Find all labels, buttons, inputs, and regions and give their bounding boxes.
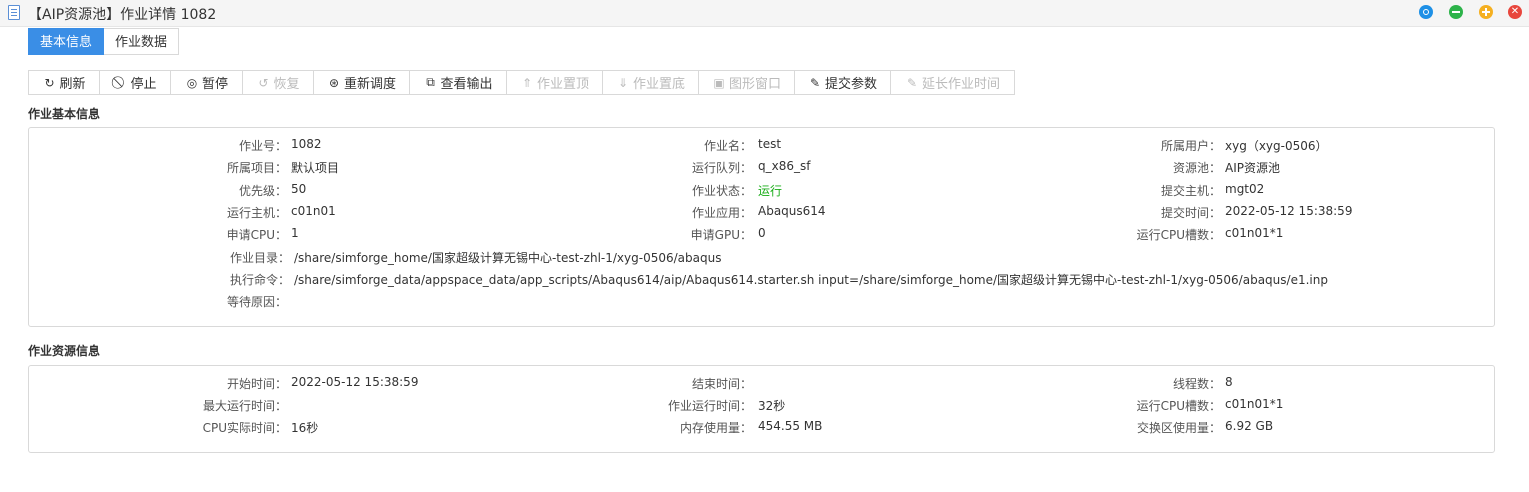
job-name-value: test	[758, 137, 782, 151]
submit-params-button[interactable]: ✎ 提交参数	[794, 70, 891, 95]
resume-icon: ↺	[258, 75, 269, 90]
wait-reason-label: 等待原因：	[226, 295, 287, 309]
edit-params-icon: ✎	[809, 75, 821, 90]
resource-cpu-slots-label: 运行CPU槽数：	[1136, 399, 1221, 413]
graphic-window-label: 图形窗口	[728, 77, 781, 92]
reschedule-icon: ⊛	[328, 75, 340, 90]
pool-label: 资源池：	[1172, 161, 1221, 175]
exec-command-label: 执行命令：	[229, 273, 290, 287]
owner-value: xyg（xyg-0506）	[1225, 139, 1328, 153]
queue-label: 运行队列：	[691, 161, 752, 175]
exec-command-value: /share/simforge_data/appspace_data/app_s…	[294, 273, 1328, 287]
project-label: 所属项目：	[226, 161, 287, 175]
view-output-label: 查看输出	[440, 77, 493, 92]
start-time-value: 2022-05-12 15:38:59	[291, 375, 419, 389]
exec-host-label: 运行主机：	[226, 206, 287, 220]
pin-top-label: 作业置顶	[536, 77, 589, 92]
graphic-window-icon: ▣	[713, 75, 725, 90]
stop-button[interactable]: ⃠停止	[99, 70, 171, 95]
swap-usage-value: 6.92 GB	[1225, 419, 1274, 433]
req-gpu-value: 0	[758, 226, 766, 240]
threads-value: 8	[1225, 375, 1233, 389]
cpu-time-label: CPU实际时间：	[202, 421, 287, 435]
project-value: 默认项目	[291, 161, 340, 175]
resource-cpu-slots-value: c01n01*1	[1225, 397, 1284, 411]
reschedule-label: 重新调度	[343, 77, 396, 92]
view-output-button[interactable]: ⧉ 查看输出	[409, 70, 507, 95]
target-icon[interactable]	[1419, 5, 1433, 19]
job-app-label: 作业应用：	[691, 206, 752, 220]
submit-params-label: 提交参数	[824, 77, 877, 92]
graphic-window-button[interactable]: ▣ 图形窗口	[698, 70, 795, 95]
window-title: 【AIP资源池】作业详情 1082	[28, 7, 217, 23]
job-app-value: Abaqus614	[758, 204, 826, 218]
job-id-value: 1082	[291, 137, 322, 151]
resume-button[interactable]: ↺ 恢复	[242, 70, 314, 95]
submit-host-value: mgt02	[1225, 182, 1265, 196]
start-time-label: 开始时间：	[226, 377, 287, 391]
pause-button[interactable]: ◎ 暂停	[170, 70, 243, 95]
refresh-icon: ↻	[44, 75, 55, 90]
cpu-time-value: 16秒	[291, 421, 319, 435]
resource-info-title: 作业资源信息	[28, 344, 101, 358]
pin-bottom-button[interactable]: ⇓ 作业置底	[602, 70, 699, 95]
pin-bottom-label: 作业置底	[632, 77, 685, 92]
max-runtime-label: 最大运行时间：	[202, 399, 287, 413]
stop-icon: ⃠	[113, 75, 127, 90]
job-name-label: 作业名：	[703, 139, 752, 153]
title-bar: 【AIP资源池】作业详情 1082 ✕	[0, 0, 1529, 27]
req-cpu-value: 1	[291, 226, 299, 240]
stop-label: 停止	[130, 77, 157, 92]
extend-time-button[interactable]: ✎ 延长作业时间	[890, 70, 1015, 95]
req-gpu-label: 申请GPU：	[690, 228, 752, 242]
pause-label: 暂停	[201, 77, 228, 92]
refresh-label: 刷新	[59, 77, 86, 92]
reschedule-button[interactable]: ⊛ 重新调度	[313, 70, 410, 95]
swap-usage-label: 交换区使用量：	[1136, 421, 1221, 435]
pause-icon: ◎	[186, 75, 198, 90]
pin-bottom-icon: ⇓	[617, 75, 629, 90]
submit-time-label: 提交时间：	[1160, 206, 1221, 220]
job-dir-label: 作业目录：	[229, 251, 290, 265]
job-status-label: 作业状态：	[691, 184, 752, 198]
pin-top-button[interactable]: ⇑ 作业置顶	[506, 70, 603, 95]
pool-value: AIP资源池	[1225, 161, 1280, 175]
queue-value: q_x86_sf	[758, 159, 811, 173]
pin-top-icon: ⇑	[521, 75, 533, 90]
memory-usage-label: 内存使用量：	[679, 421, 752, 435]
maximize-icon[interactable]	[1479, 5, 1493, 19]
cpu-slots-label: 运行CPU槽数：	[1136, 228, 1221, 242]
extend-time-label: 延长作业时间	[921, 77, 1000, 92]
resume-label: 恢复	[273, 77, 300, 92]
view-output-icon: ⧉	[426, 75, 435, 89]
submit-host-label: 提交主机：	[1160, 184, 1221, 198]
tab-bar: 基本信息 作业数据	[28, 28, 180, 55]
exec-host-value: c01n01	[291, 204, 336, 218]
job-status-value: 运行	[758, 184, 783, 198]
basic-info-title: 作业基本信息	[28, 107, 101, 121]
threads-label: 线程数：	[1172, 377, 1221, 391]
tab-basic-info[interactable]: 基本信息	[28, 28, 105, 55]
cpu-slots-value: c01n01*1	[1225, 226, 1284, 240]
job-id-label: 作业号：	[238, 139, 287, 153]
document-icon	[8, 5, 20, 20]
memory-usage-value: 454.55 MB	[758, 419, 823, 433]
minimize-icon[interactable]	[1449, 5, 1463, 19]
job-runtime-label: 作业运行时间：	[667, 399, 752, 413]
tab-job-data[interactable]: 作业数据	[104, 28, 180, 55]
extend-time-icon: ✎	[906, 75, 918, 90]
req-cpu-label: 申请CPU：	[226, 228, 287, 242]
job-runtime-value: 32秒	[758, 399, 786, 413]
refresh-button[interactable]: ↻ 刷新	[28, 70, 100, 95]
submit-time-value: 2022-05-12 15:38:59	[1225, 204, 1353, 218]
toolbar: ↻刷新 ⃠停止 ◎暂停 ↺恢复 ⊛重新调度 ⧉查看输出 ⇑作业置顶 ⇓作业置底 …	[28, 70, 1015, 95]
end-time-label: 结束时间：	[691, 377, 752, 391]
owner-label: 所属用户：	[1160, 139, 1221, 153]
priority-label: 优先级：	[238, 184, 287, 198]
close-icon[interactable]: ✕	[1508, 5, 1522, 19]
job-dir-value: /share/simforge_home/国家超级计算无锡中心-test-zhl…	[294, 251, 722, 265]
priority-value: 50	[291, 182, 307, 196]
